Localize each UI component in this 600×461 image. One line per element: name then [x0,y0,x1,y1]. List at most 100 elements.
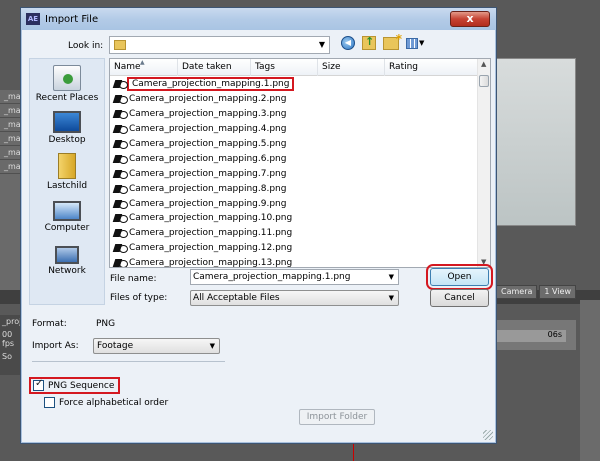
import-folder-button[interactable]: Import Folder [299,409,375,425]
place-recent-places[interactable]: Recent Places [30,65,104,103]
back-icon[interactable]: ◀ [341,36,355,50]
ae-timeline-left: _proj 00 fps So [0,315,22,375]
file-row[interactable]: Camera_projection_mapping.11.png [110,226,479,241]
camera-view-select[interactable]: Camera [496,285,538,299]
ae-project-row[interactable]: _mappin [0,104,38,118]
close-button[interactable]: x [450,11,490,27]
ae-right-scrollbar[interactable] [580,300,600,461]
file-row[interactable]: Camera_projection_mapping.4.png [110,122,479,137]
file-type-value: All Acceptable Files [193,293,280,303]
scroll-thumb[interactable] [479,75,489,87]
png-file-icon [113,154,128,164]
column-size[interactable]: Size [318,59,385,76]
place-label: Desktop [48,135,86,145]
chevron-down-icon: ▼ [209,342,215,350]
new-folder-icon[interactable] [383,32,402,50]
place-computer[interactable]: Computer [30,201,104,233]
png-file-icon [113,124,128,135]
force-alphabetical-checkbox[interactable] [44,397,55,408]
file-row[interactable]: Camera_projection_mapping.2.png [110,92,479,107]
png-file-icon [113,94,128,105]
scroll-up-icon[interactable]: ▲ [481,60,486,68]
chevron-down-icon[interactable]: ▼ [389,270,394,284]
dialog-title-bar[interactable]: AE Import File x [21,8,496,30]
file-name-value: Camera_projection_mapping.1.png [193,272,351,282]
file-name: Camera_projection_mapping.6.png [129,153,287,164]
up-folder-icon[interactable] [362,35,376,50]
sort-arrow-icon: ▲ [140,59,145,66]
png-file-icon [113,169,128,179]
png-sequence-checkbox[interactable] [33,378,44,391]
ae-project-panel-strip: _mappin _mappin _mappin _mappin _mappin … [0,90,38,290]
file-list: ▲ Name Date taken Tags Size Rating Camera… [109,58,491,268]
file-row[interactable]: Camera_projection_mapping.10.png [110,211,479,226]
file-name: Camera_projection_mapping.13.png [129,258,293,268]
cancel-button[interactable]: Cancel [430,289,489,307]
place-label: Recent Places [35,93,99,103]
places-bar: Recent Places Desktop Lastchild Computer… [29,58,105,305]
file-list-scrollbar[interactable]: ▲ ▼ [477,59,490,267]
png-file-icon [113,79,128,90]
ae-project-row[interactable]: _mappin [0,118,38,132]
file-row[interactable]: Camera_projection_mapping.12.png [110,241,479,256]
place-desktop[interactable]: Desktop [30,111,104,145]
view-layout-select[interactable]: 1 View [539,285,577,299]
file-name: Camera_projection_mapping.1.png [127,77,295,92]
ae-project-row[interactable]: _mappin [0,160,38,174]
ae-time-ruler[interactable]: 06s [496,330,566,342]
file-row[interactable]: Camera_projection_mapping.7.png [110,166,479,181]
import-as-select[interactable]: Footage ▼ [93,338,220,354]
chevron-down-icon: ▼ [318,40,325,49]
png-file-icon [113,228,128,239]
file-name: Camera_projection_mapping.10.png [129,213,293,224]
png-sequence-option[interactable]: PNG Sequence [29,377,121,394]
place-network[interactable]: Network [30,246,104,276]
png-file-icon [113,139,128,149]
png-file-icon [113,213,128,224]
file-row[interactable]: Camera_projection_mapping.13.png [110,256,479,268]
file-row[interactable]: Camera_projection_mapping.8.png [110,181,479,196]
ae-composition-canvas [496,58,576,226]
file-row[interactable]: Camera_projection_mapping.3.png [110,107,479,122]
open-button[interactable]: Open [426,264,493,290]
ae-project-row[interactable]: _mappin [0,90,38,104]
format-value: PNG [96,319,116,329]
file-name: Camera_projection_mapping.12.png [129,243,293,254]
file-name: Camera_projection_mapping.4.png [129,124,287,135]
resize-grip[interactable] [483,430,493,440]
file-row[interactable]: Camera_projection_mapping.1.png [110,77,479,92]
ae-comp-name: _proj [2,317,22,326]
force-alphabetical-label: Force alphabetical order [59,397,169,408]
file-row[interactable]: Camera_projection_mapping.5.png [110,137,479,152]
file-name: Camera_projection_mapping.5.png [129,139,287,149]
place-lastchild[interactable]: Lastchild [30,153,104,191]
column-rating[interactable]: Rating [385,59,479,76]
force-alphabetical-option[interactable]: Force alphabetical order [44,397,168,408]
look-in-dropdown[interactable]: ▼ [109,36,330,54]
place-label: Network [48,266,86,276]
column-name[interactable]: ▲ Name [110,59,178,76]
file-name: Camera_projection_mapping.8.png [129,183,287,194]
file-name: Camera_projection_mapping.3.png [129,109,287,120]
file-name: Camera_projection_mapping.2.png [129,94,287,105]
file-name-input[interactable]: Camera_projection_mapping.1.png ▼ [190,269,399,285]
column-headers: ▲ Name Date taken Tags Size Rating [110,59,479,76]
file-row[interactable]: Camera_projection_mapping.6.png [110,151,479,166]
computer-icon [53,201,81,221]
ae-project-row[interactable]: _mappin [0,146,38,160]
file-row[interactable]: Camera_projection_mapping.9.png [110,196,479,211]
file-type-select[interactable]: All Acceptable Files ▼ [190,290,399,306]
scroll-down-icon[interactable]: ▼ [481,258,486,266]
column-tags[interactable]: Tags [251,59,318,76]
folder-icon [114,40,126,50]
ae-source-label: So [2,352,12,361]
column-date-taken[interactable]: Date taken [178,59,251,76]
file-name: Camera_projection_mapping.7.png [129,168,287,179]
user-folder-icon [58,153,76,179]
file-name: Camera_projection_mapping.11.png [129,228,293,239]
desktop-icon [53,111,81,133]
view-menu-icon[interactable]: ▼ [406,36,426,50]
view-grid-icon [406,37,418,49]
column-label: Name [114,62,141,72]
ae-project-row[interactable]: _mappin [0,132,38,146]
